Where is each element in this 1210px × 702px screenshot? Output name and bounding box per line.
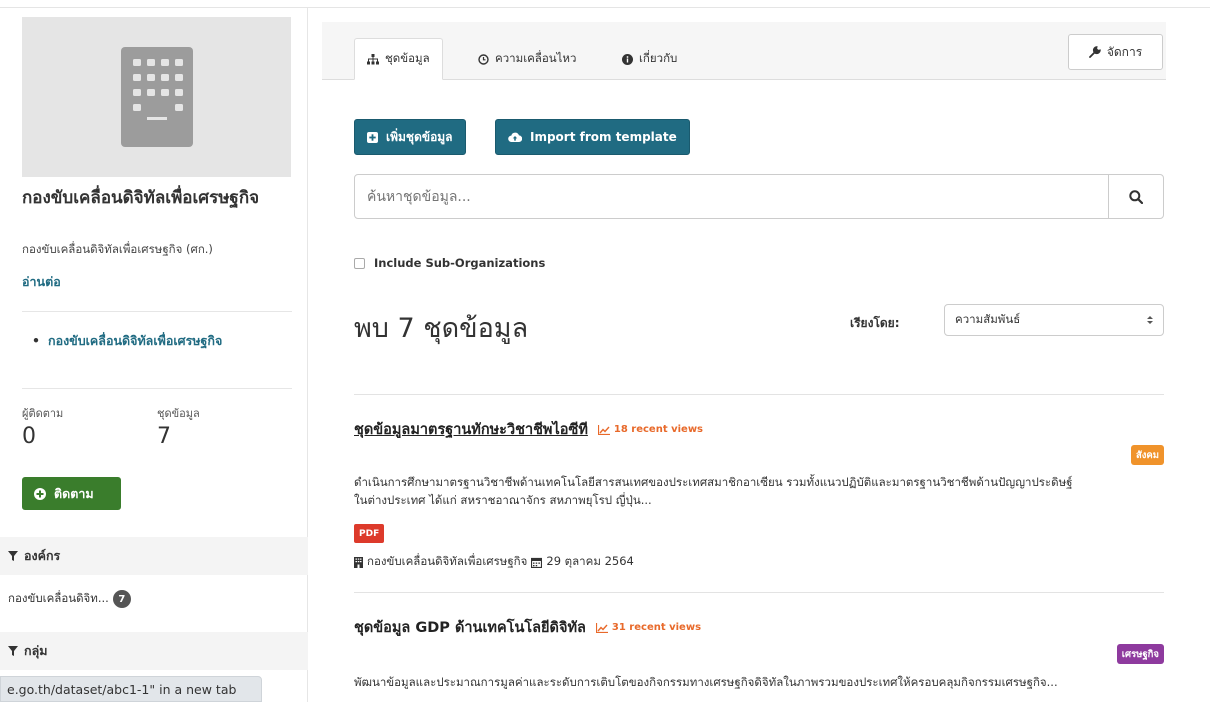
tab-about[interactable]: เกี่ยวกับ: [610, 38, 689, 80]
org-image: [22, 17, 291, 177]
recent-views-label: 18 recent views: [613, 424, 704, 435]
facet-org-title: องค์กร: [24, 548, 61, 563]
datasets-stat: ชุดข้อมูล 7: [157, 404, 200, 449]
search-input[interactable]: [355, 175, 1108, 218]
recent-views: 18 recent views: [597, 424, 704, 435]
facet-org-item-label[interactable]: กองขับเคลื่อนดิจิท...: [8, 590, 109, 608]
dataset-org: กองขับเคลื่อนดิจิทัลเพื่อเศรษฐกิจ: [367, 554, 528, 568]
facet-count-badge: 7: [112, 590, 131, 608]
top-border: [0, 0, 1210, 8]
facet-org-item[interactable]: กองขับเคลื่อนดิจิท... 7: [8, 590, 131, 608]
bullet-icon: •: [32, 333, 40, 348]
dataset-notes: ดำเนินการศึกษามาตรฐานวิชาชีพด้านเทคโนโลย…: [354, 473, 1164, 509]
org-tree-item[interactable]: • กองขับเคลื่อนดิจิทัลเพื่อเศรษฐกิจ: [32, 331, 278, 350]
browser-status-bar: e.go.th/dataset/abc1-1" in a new tab: [0, 676, 262, 702]
sitemap-icon: [367, 53, 379, 64]
recent-views-label: 31 recent views: [611, 622, 702, 633]
datasets-label: ชุดข้อมูล: [157, 407, 200, 420]
notes-line: ดำเนินการศึกษามาตรฐานวิชาชีพด้านเทคโนโลย…: [354, 475, 1073, 489]
plus-square-icon: [367, 131, 378, 143]
include-sub-orgs[interactable]: Include Sub-Organizations: [354, 256, 545, 270]
include-sub-orgs-checkbox[interactable]: [354, 257, 365, 269]
dataset-title-link[interactable]: ชุดข้อมูล GDP ด้านเทคโนโลยีดิจิทัล: [354, 616, 586, 639]
follow-label: ติดตาม: [54, 485, 94, 501]
notes-line: ในต่างประเทศ ได้แก่ สหราชอาณาจักร สหภาพย…: [354, 493, 652, 507]
plus-circle-icon: [34, 487, 46, 500]
dataset-title-link[interactable]: ชุดข้อมูลมาตรฐานทักษะวิชาชีพไอซีที: [354, 418, 588, 441]
search-icon: [1129, 189, 1143, 204]
line-chart-icon: [595, 622, 608, 633]
line-chart-icon: [597, 424, 610, 435]
building-icon: [120, 47, 193, 147]
datasets-count: 7: [157, 424, 171, 449]
sort-label: เรียงโดย:: [850, 316, 900, 330]
tag-economy[interactable]: เศรษฐกิจ: [1116, 644, 1164, 664]
tag-social[interactable]: สังคม: [1130, 445, 1164, 465]
sort-selected-value: ความสัมพันธ์: [955, 312, 1021, 326]
add-dataset-button[interactable]: เพิ่มชุดข้อมูล: [354, 119, 466, 155]
follow-button[interactable]: ติดตาม: [22, 477, 121, 510]
building-icon: [354, 556, 363, 568]
followers-stat: ผู้ติดตาม 0: [22, 404, 63, 449]
info-icon: [622, 53, 633, 65]
search-button[interactable]: [1108, 175, 1163, 218]
divider: [354, 394, 1164, 395]
sort-select[interactable]: ความสัมพันธ์: [944, 304, 1164, 336]
read-more-link[interactable]: อ่านต่อ: [22, 272, 61, 292]
tabs-bar: ชุดข้อมูล ความเคลื่อนไหว เกี่ยวกับ จัดกา…: [322, 22, 1166, 80]
facet-group-header: กลุ่ม: [0, 632, 308, 670]
include-sub-orgs-label: Include Sub-Organizations: [374, 256, 546, 270]
followers-count: 0: [22, 424, 36, 449]
tab-activity[interactable]: ความเคลื่อนไหว: [466, 38, 588, 80]
dataset-item-1: ชุดข้อมูลมาตรฐานทักษะวิชาชีพไอซีที 18 re…: [354, 418, 703, 441]
cloud-upload-icon: [508, 132, 522, 142]
add-dataset-label: เพิ่มชุดข้อมูล: [386, 129, 453, 144]
dataset-item-2: ชุดข้อมูล GDP ด้านเทคโนโลยีดิจิทัล 31 re…: [354, 616, 701, 639]
results-count: พบ 7 ชุดข้อมูล: [354, 313, 529, 344]
filter-icon: [8, 551, 18, 561]
divider: [22, 388, 292, 389]
followers-label: ผู้ติดตาม: [22, 407, 64, 420]
manage-button[interactable]: จัดการ: [1068, 34, 1163, 70]
manage-label: จัดการ: [1106, 44, 1143, 59]
main-content: ชุดข้อมูล ความเคลื่อนไหว เกี่ยวกับ จัดกา…: [322, 22, 1166, 702]
import-label: Import from template: [530, 130, 677, 144]
tab-datasets[interactable]: ชุดข้อมูล: [354, 38, 443, 80]
clock-icon: [478, 53, 489, 65]
tab-label: เกี่ยวกับ: [639, 51, 678, 65]
org-description: กองขับเคลื่อนดิจิทัลเพื่อเศรษฐกิจ (ศก.): [22, 242, 213, 256]
divider: [22, 311, 292, 312]
import-template-button[interactable]: Import from template: [495, 119, 690, 155]
divider: [354, 592, 1164, 593]
dataset-meta: กองขับเคลื่อนดิจิทัลเพื่อเศรษฐกิจ 29 ตุล…: [354, 553, 634, 571]
sidebar: กองขับเคลื่อนดิจิทัลเพื่อเศรษฐกิจ กองขับ…: [0, 8, 308, 702]
recent-views: 31 recent views: [595, 622, 702, 633]
facet-org-header: องค์กร: [0, 537, 308, 575]
facet-group-title: กลุ่ม: [24, 643, 48, 658]
org-title: กองขับเคลื่อนดิจิทัลเพื่อเศรษฐกิจ: [22, 188, 260, 208]
dataset-date: 29 ตุลาคม 2564: [546, 554, 634, 568]
select-arrows-icon: [1147, 316, 1153, 324]
search-box: [354, 174, 1164, 219]
tab-label: ชุดข้อมูล: [385, 51, 430, 65]
format-badge-pdf[interactable]: PDF: [354, 524, 385, 543]
dataset-notes: พัฒนาข้อมูลและประมาณการมูลค่าและระดับการ…: [354, 675, 1058, 689]
org-tree-label[interactable]: กองขับเคลื่อนดิจิทัลเพื่อเศรษฐกิจ: [48, 333, 222, 348]
tab-label: ความเคลื่อนไหว: [495, 51, 577, 65]
calendar-icon: [531, 557, 543, 568]
wrench-icon: [1088, 46, 1101, 58]
filter-icon: [8, 646, 18, 656]
